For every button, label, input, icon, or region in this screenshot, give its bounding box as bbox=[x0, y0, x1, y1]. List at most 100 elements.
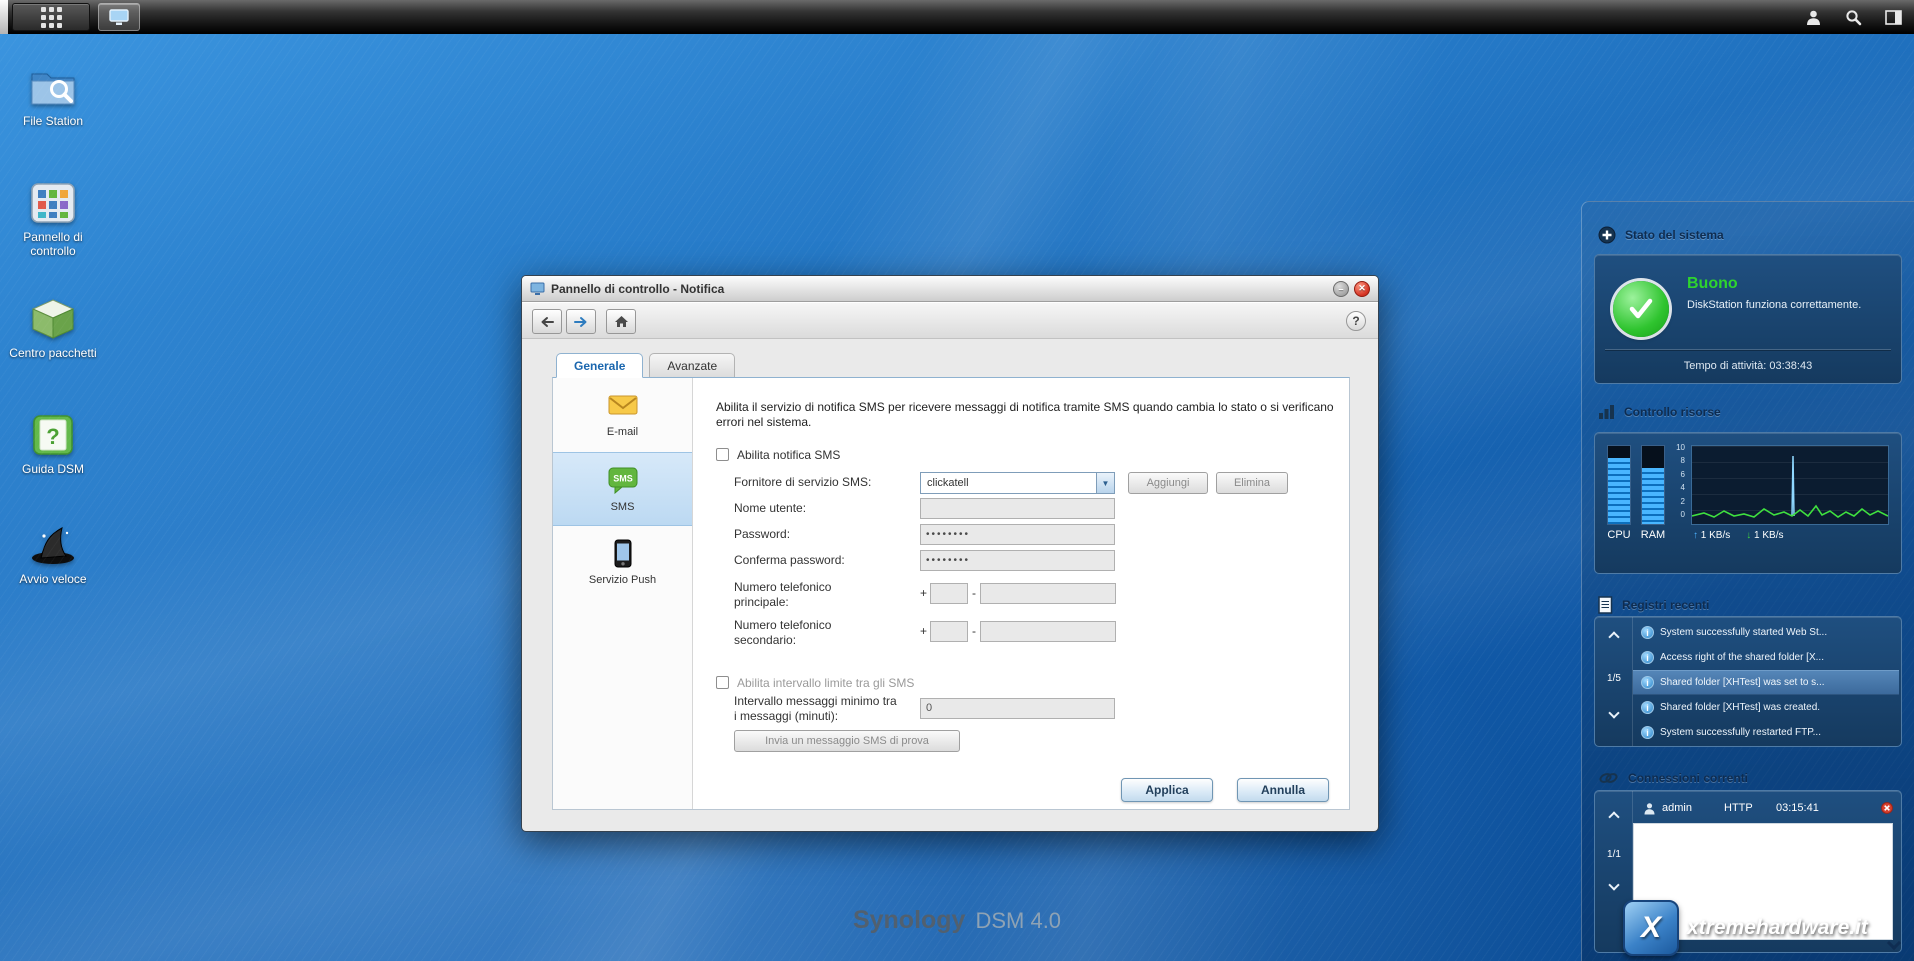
info-icon bbox=[1641, 676, 1654, 689]
status-value: Buono bbox=[1687, 275, 1738, 292]
phone-secondary-input[interactable] bbox=[980, 621, 1116, 642]
page-down-button[interactable] bbox=[1608, 879, 1620, 891]
desktop-icon-dsm-help[interactable]: ? Guida DSM bbox=[1, 412, 105, 476]
window-titlebar[interactable]: Pannello di controllo - Notifica – ✕ bbox=[522, 276, 1378, 302]
add-provider-button[interactable]: Aggiungi bbox=[1128, 472, 1208, 494]
delete-provider-button[interactable]: Elimina bbox=[1216, 472, 1288, 494]
desktop-icon-label: Avvio veloce bbox=[19, 572, 87, 586]
password-input[interactable]: •••••••• bbox=[920, 524, 1115, 545]
phone-primary-prefix-input[interactable] bbox=[930, 583, 968, 604]
taskbar bbox=[0, 0, 1914, 34]
kick-connection-icon[interactable] bbox=[1878, 801, 1893, 815]
phone-secondary-prefix-input[interactable] bbox=[930, 621, 968, 642]
sidebar-item-email[interactable]: E-mail bbox=[553, 378, 692, 452]
show-desktop-button[interactable] bbox=[98, 3, 140, 31]
user-icon bbox=[1644, 802, 1655, 814]
chevron-down-icon bbox=[1886, 935, 1902, 951]
system-status-header: Stato del sistema bbox=[1598, 226, 1724, 244]
help-button[interactable]: ? bbox=[1346, 311, 1366, 331]
widget-title: Controllo risorse bbox=[1624, 405, 1721, 419]
sms-icon-text: SMS bbox=[613, 473, 633, 483]
phone-primary-label: Numero telefonico principale: bbox=[734, 580, 832, 609]
desktop-icon-control-panel[interactable]: Pannello di controllo bbox=[1, 180, 105, 258]
tab-avanzate[interactable]: Avanzate bbox=[649, 353, 736, 377]
status-description: DiskStation funziona correttamente. bbox=[1687, 299, 1862, 311]
phone-primary-input[interactable] bbox=[980, 583, 1116, 604]
cancel-button[interactable]: Annulla bbox=[1237, 778, 1329, 802]
network-rates: ↑ 1 KB/s ↓ 1 KB/s bbox=[1693, 530, 1784, 541]
download-rate: 1 KB/s bbox=[1754, 530, 1784, 541]
provider-select[interactable]: clickatell ▼ bbox=[920, 472, 1115, 494]
link-icon bbox=[1599, 773, 1618, 783]
desktop-icon-label: Guida DSM bbox=[21, 462, 85, 476]
sidebar-item-label: Servizio Push bbox=[588, 574, 657, 586]
document-icon bbox=[1598, 596, 1613, 614]
sms-intro-text: Abilita il servizio di notifica SMS per … bbox=[716, 400, 1334, 429]
tab-bar: Generale Avanzate bbox=[556, 353, 736, 378]
username-input[interactable] bbox=[920, 498, 1115, 519]
status-ok-icon bbox=[1613, 281, 1669, 337]
widget-panel: Stato del sistema Buono DiskStation funz… bbox=[1581, 201, 1914, 961]
desktop-icon-quick-start[interactable]: Avvio veloce bbox=[1, 522, 105, 586]
send-test-sms-button[interactable]: Invia un messaggio SMS di prova bbox=[734, 730, 960, 752]
rate-limit-checkbox[interactable] bbox=[716, 676, 729, 689]
log-row-selected[interactable]: Shared folder [XHTest] was set to s... bbox=[1633, 670, 1899, 695]
minimize-button[interactable]: – bbox=[1333, 280, 1349, 297]
sidebar-item-push[interactable]: Servizio Push bbox=[553, 526, 692, 600]
control-panel-window: Pannello di controllo - Notifica – ✕ ? G… bbox=[521, 275, 1379, 832]
log-row[interactable]: Access right of the shared folder [X... bbox=[1633, 645, 1899, 670]
connections-header: Connessioni correnti bbox=[1598, 770, 1748, 786]
interval-label: Intervallo messaggi minimo tra i messagg… bbox=[734, 694, 897, 723]
dsm-branding: Synology DSM 4.0 bbox=[853, 906, 1061, 935]
forward-button[interactable] bbox=[566, 309, 596, 334]
synology-logo-text: Synology bbox=[852, 906, 966, 934]
panel-scroll-down-button[interactable] bbox=[1884, 935, 1906, 954]
close-button[interactable]: ✕ bbox=[1354, 280, 1370, 297]
phone-plus-sign: + bbox=[920, 586, 928, 600]
info-icon bbox=[1641, 651, 1654, 664]
package-center-icon bbox=[31, 299, 75, 339]
apps-grid-icon bbox=[40, 6, 62, 28]
phone-secondary-label: Numero telefonico secondario: bbox=[734, 618, 832, 647]
ram-meter bbox=[1641, 445, 1665, 525]
interval-input[interactable]: 0 bbox=[920, 698, 1115, 719]
main-menu-button[interactable] bbox=[12, 3, 90, 31]
provider-value: clickatell bbox=[927, 477, 969, 489]
edge-strip bbox=[0, 0, 8, 34]
desktop-icon-label: Pannello di controllo bbox=[23, 230, 83, 258]
desktop-icon-file-station[interactable]: File Station bbox=[1, 64, 105, 128]
apply-button[interactable]: Applica bbox=[1121, 778, 1213, 802]
watermark-text: xtremehardware.it bbox=[1687, 916, 1868, 939]
cpu-label: CPU bbox=[1607, 529, 1631, 541]
log-row[interactable]: System successfully started Web St... bbox=[1633, 620, 1899, 645]
tab-content: E-mail SMS SMS Servizio Push Abilita il … bbox=[552, 377, 1350, 810]
desktop-icon-package-center[interactable]: Centro pacchetti bbox=[1, 296, 105, 360]
log-row[interactable]: System successfully restarted FTP... bbox=[1633, 720, 1899, 745]
search-button[interactable] bbox=[1840, 4, 1866, 30]
page-down-button[interactable] bbox=[1608, 707, 1620, 719]
tab-generale[interactable]: Generale bbox=[556, 353, 644, 378]
email-icon bbox=[608, 395, 637, 415]
confirm-password-input[interactable]: •••••••• bbox=[920, 550, 1115, 571]
page-up-button[interactable] bbox=[1608, 811, 1620, 823]
desktop-icon-label: File Station bbox=[22, 114, 84, 128]
network-graph bbox=[1691, 445, 1889, 525]
page-up-button[interactable] bbox=[1608, 631, 1620, 643]
sidebar-item-label: E-mail bbox=[606, 426, 639, 438]
connection-row[interactable]: admin HTTP 03:15:41 bbox=[1633, 796, 1893, 820]
info-icon bbox=[1641, 626, 1654, 639]
search-icon bbox=[1845, 9, 1861, 25]
log-row[interactable]: Shared folder [XHTest] was created. bbox=[1633, 695, 1899, 720]
graph-scale: 10 8 6 4 2 0 bbox=[1676, 443, 1685, 520]
username-label: Nome utente: bbox=[734, 501, 807, 515]
user-menu-button[interactable] bbox=[1800, 4, 1826, 30]
connection-user: admin bbox=[1662, 802, 1692, 814]
connection-protocol: HTTP bbox=[1724, 802, 1753, 814]
xtremehardware-logo-icon: X bbox=[1623, 900, 1679, 956]
widget-panel-toggle-button[interactable] bbox=[1880, 4, 1906, 30]
back-button[interactable] bbox=[532, 309, 562, 334]
home-button[interactable] bbox=[606, 309, 636, 334]
enable-sms-checkbox[interactable] bbox=[716, 448, 729, 461]
sidebar-item-sms[interactable]: SMS SMS bbox=[553, 452, 692, 526]
window-title: Pannello di controllo - Notifica bbox=[551, 281, 725, 296]
